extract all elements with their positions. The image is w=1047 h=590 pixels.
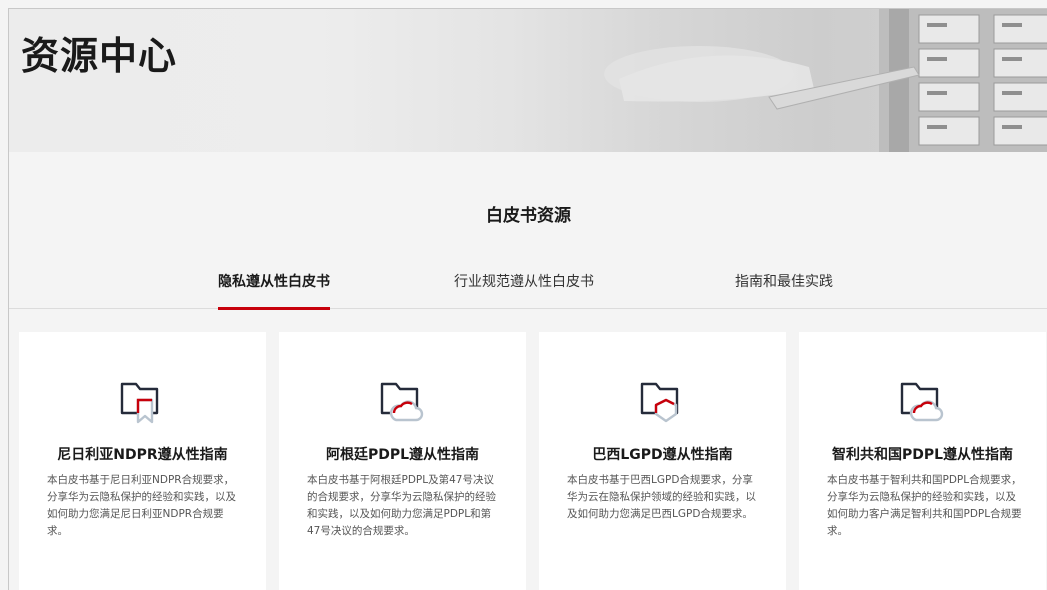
card-brazil-lgpd[interactable]: 巴西LGPD遵从性指南 本白皮书基于巴西LGPD合规要求，分享华为云在隐私保护领… — [539, 332, 786, 590]
card-description: 本白皮书基于阿根廷PDPL及第47号决议的合规要求，分享华为云隐私保护的经验和实… — [307, 474, 496, 537]
card-title: 智利共和国PDPL遵从性指南 — [831, 447, 1014, 463]
tab-label: 行业规范遵从性白皮书 — [454, 274, 594, 290]
card-description: 本白皮书基于巴西LGPD合规要求，分享华为云在隐私保护领域的经验和实践，以及如何… — [567, 474, 756, 520]
page-frame: 资源中心 白皮书资源 隐私遵从性白皮书 行业规范遵从性白皮书 指南和最佳实践 尼… — [8, 8, 1047, 590]
section-title: 白皮书资源 — [486, 206, 571, 226]
folder-bookmark-icon — [120, 382, 159, 424]
card-argentina-pdpl[interactable]: 阿根廷PDPL遵从性指南 本白皮书基于阿根廷PDPL及第47号决议的合规要求，分… — [279, 332, 526, 590]
page-title: 资源中心 — [21, 34, 178, 78]
tab-label: 隐私遵从性白皮书 — [218, 274, 330, 290]
card-title: 尼日利亚NDPR遵从性指南 — [57, 447, 228, 463]
folder-cloud-icon — [380, 382, 424, 422]
tab-privacy-whitepapers[interactable]: 隐私遵从性白皮书 — [218, 271, 330, 310]
folder-cloud-icon — [900, 382, 944, 422]
card-title: 阿根廷PDPL遵从性指南 — [325, 447, 480, 463]
card-chile-pdpl[interactable]: 智利共和国PDPL遵从性指南 本白皮书基于智利共和国PDPL合规要求，分享华为云… — [799, 332, 1046, 590]
tab-bar: 隐私遵从性白皮书 行业规范遵从性白皮书 指南和最佳实践 — [9, 271, 1047, 310]
tab-guides-best-practices[interactable]: 指南和最佳实践 — [735, 271, 833, 309]
card-description: 本白皮书基于尼日利亚NDPR合规要求，分享华为云隐私保护的经验和实践，以及如何助… — [47, 474, 236, 537]
hero-banner: 资源中心 — [9, 9, 1047, 152]
card-list: 尼日利亚NDPR遵从性指南 本白皮书基于尼日利亚NDPR合规要求，分享华为云隐私… — [19, 332, 1047, 590]
tab-label: 指南和最佳实践 — [735, 274, 833, 290]
card-title: 巴西LGPD遵从性指南 — [592, 447, 733, 463]
card-nigeria-ndpr[interactable]: 尼日利亚NDPR遵从性指南 本白皮书基于尼日利亚NDPR合规要求，分享华为云隐私… — [19, 332, 266, 590]
folder-shield-icon — [640, 382, 679, 423]
card-description: 本白皮书基于智利共和国PDPL合规要求，分享华为云隐私保护的经验和实践，以及如何… — [827, 474, 1022, 537]
tab-industry-whitepapers[interactable]: 行业规范遵从性白皮书 — [454, 271, 594, 309]
